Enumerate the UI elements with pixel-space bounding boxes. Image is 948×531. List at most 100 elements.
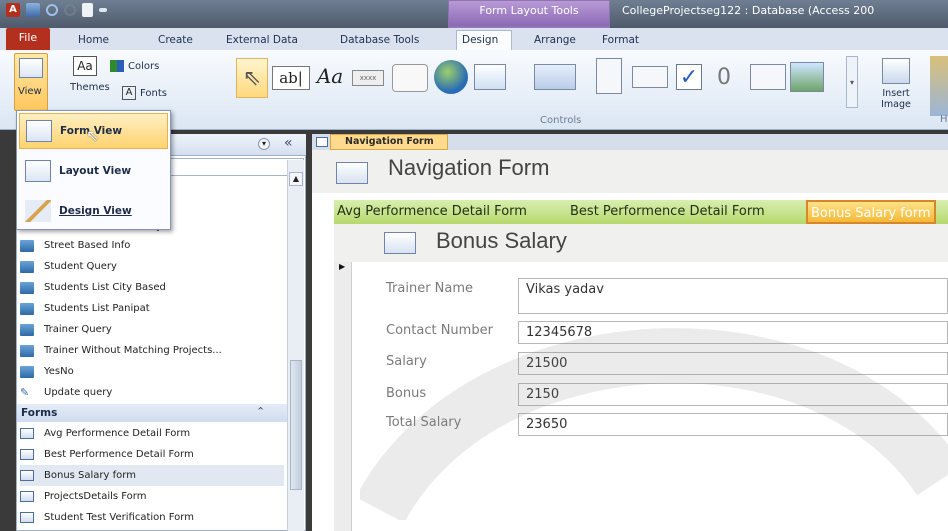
nav-item-label: Student Query bbox=[44, 261, 117, 272]
attachment-icon[interactable]: 0 bbox=[716, 62, 732, 92]
form-icon bbox=[20, 449, 34, 460]
controls-more-arrows-icon[interactable]: ▾ bbox=[846, 56, 858, 108]
nav-item-label: Trainer Without Matching Projects... bbox=[44, 345, 222, 356]
tab-external-data[interactable]: External Data bbox=[226, 34, 298, 46]
customize-qat-icon[interactable] bbox=[99, 8, 107, 12]
nav-item-update-query[interactable]: ✎ Update query bbox=[20, 382, 284, 403]
nav-pane-dropdown-icon[interactable]: ▾ bbox=[258, 138, 270, 150]
colors-icon bbox=[110, 60, 124, 72]
forms-group-label: Forms bbox=[21, 407, 58, 419]
navigation-control-icon[interactable] bbox=[534, 64, 576, 90]
view-button-label: View bbox=[18, 86, 42, 97]
tab-arrange[interactable]: Arrange bbox=[534, 34, 576, 46]
query-icon bbox=[20, 260, 34, 273]
undo-icon[interactable] bbox=[46, 4, 58, 16]
menu-item-design-view[interactable]: Design View bbox=[19, 193, 168, 229]
nav-item-label: Students List City Based bbox=[44, 282, 166, 293]
tab-home[interactable]: Home bbox=[78, 34, 109, 46]
ribbon-overflow-label: H bbox=[940, 114, 948, 125]
tab-create[interactable]: Create bbox=[158, 34, 193, 46]
list-box-icon[interactable] bbox=[750, 64, 786, 90]
nav-item-bonus-salary-form[interactable]: Bonus Salary form bbox=[20, 465, 284, 486]
label-control-icon[interactable]: Aa bbox=[312, 62, 348, 90]
insert-image-button[interactable]: Insert Image bbox=[874, 56, 918, 116]
themes-label: Themes bbox=[70, 82, 110, 93]
update-query-icon: ✎ bbox=[20, 386, 30, 399]
save-icon[interactable] bbox=[26, 3, 40, 17]
tab-design[interactable]: Design bbox=[462, 34, 498, 46]
window-title: CollegeProjectseg122 : Database (Access … bbox=[622, 4, 875, 17]
image-control-icon[interactable] bbox=[790, 62, 824, 92]
form-view-icon bbox=[26, 120, 52, 142]
nav-tab-bonus-salary[interactable]: Bonus Salary form bbox=[806, 200, 936, 224]
form-title: Navigation Form bbox=[388, 155, 550, 180]
check-box-icon[interactable]: ✓ bbox=[676, 64, 702, 90]
nav-item-yesno[interactable]: YesNo bbox=[20, 361, 284, 382]
nav-item-avg-performence-form[interactable]: Avg Performence Detail Form bbox=[20, 423, 284, 444]
nav-item-best-performence-form[interactable]: Best Performence Detail Form bbox=[20, 444, 284, 465]
select-pointer-icon[interactable]: ⇖ bbox=[236, 58, 268, 98]
menu-item-layout-view[interactable]: Layout View bbox=[19, 153, 168, 189]
nav-item-label: Street Based Info bbox=[44, 240, 131, 251]
menu-item-label: Design View bbox=[59, 205, 132, 217]
scroll-up-arrow-icon[interactable]: ▲ bbox=[289, 172, 303, 186]
form-icon bbox=[20, 470, 34, 481]
nav-item-label: Bonus Salary form bbox=[44, 470, 136, 481]
access-app-icon[interactable]: A bbox=[6, 3, 20, 17]
new-document-icon[interactable] bbox=[82, 3, 93, 17]
query-icon bbox=[20, 302, 34, 315]
insert-image-icon bbox=[882, 58, 910, 84]
view-button[interactable]: View bbox=[14, 53, 48, 111]
tab-control-icon[interactable] bbox=[392, 64, 428, 92]
nav-item-label: YesNo bbox=[44, 366, 74, 377]
button-control-icon[interactable]: xxxx bbox=[352, 70, 384, 86]
redo-icon[interactable] bbox=[64, 4, 76, 16]
text-box-control-icon[interactable]: ab| bbox=[272, 66, 310, 90]
query-icon bbox=[20, 323, 34, 336]
menu-item-label: Layout View bbox=[59, 165, 132, 177]
colors-label: Colors bbox=[128, 60, 160, 72]
fonts-label: Fonts bbox=[140, 87, 167, 99]
nav-search-box[interactable] bbox=[170, 158, 304, 176]
record-selector[interactable]: ▶ bbox=[334, 262, 352, 531]
combo-box-icon[interactable] bbox=[632, 66, 668, 88]
document-tab-navigation-form[interactable]: Navigation Form bbox=[330, 134, 448, 150]
controls-group-label: Controls bbox=[540, 115, 582, 126]
nav-item-trainer-without-matching-projects[interactable]: Trainer Without Matching Projects... bbox=[20, 340, 284, 361]
nav-item-student-query[interactable]: Student Query bbox=[20, 256, 284, 277]
fonts-icon: A bbox=[122, 86, 136, 100]
nav-item-students-list-city-based[interactable]: Students List City Based bbox=[20, 277, 284, 298]
fonts-button[interactable]: A Fonts bbox=[122, 86, 167, 100]
hyperlink-globe-icon[interactable] bbox=[434, 60, 468, 94]
navigation-tab-bar: Avg Performence Detail Form Best Perform… bbox=[334, 200, 948, 224]
tab-format[interactable]: Format bbox=[602, 34, 639, 46]
web-browser-control-icon[interactable] bbox=[474, 64, 506, 90]
themes-button[interactable]: Aa Themes bbox=[70, 56, 110, 106]
nav-item-trainer-query[interactable]: Trainer Query bbox=[20, 319, 284, 340]
forms-group-header[interactable]: Forms bbox=[17, 404, 287, 422]
subform-header-icon bbox=[384, 232, 416, 254]
nav-item-student-test-verification-form[interactable]: Student Test Verification Form bbox=[20, 507, 284, 528]
themes-icon: Aa bbox=[73, 56, 97, 76]
collapse-group-chevron-icon[interactable]: ⌃ bbox=[256, 405, 265, 418]
scrollbar-thumb[interactable] bbox=[290, 360, 302, 490]
context-group-title: Form Layout Tools bbox=[479, 4, 579, 17]
nav-pane-scrollbar[interactable]: ▲ bbox=[287, 160, 304, 531]
tab-database-tools[interactable]: Database Tools bbox=[340, 34, 419, 46]
option-group-icon[interactable] bbox=[596, 58, 622, 94]
tab-file[interactable]: File bbox=[6, 28, 50, 50]
nav-item-students-list-panipat[interactable]: Students List Panipat bbox=[20, 298, 284, 319]
ribbon-overflow-icons[interactable] bbox=[930, 56, 948, 116]
shutter-bar-close-icon[interactable]: « bbox=[284, 135, 293, 151]
watermark-arc bbox=[360, 328, 948, 520]
nav-item-projectsdetails-form[interactable]: ProjectsDetails Form bbox=[20, 486, 284, 507]
nav-tab-best-performence[interactable]: Best Performence Detail Form bbox=[567, 200, 768, 224]
current-record-arrow-icon: ▶ bbox=[339, 262, 346, 271]
nav-tab-avg-performence[interactable]: Avg Performence Detail Form bbox=[334, 200, 530, 224]
nav-item-label: Best Performence Detail Form bbox=[44, 449, 194, 460]
form-icon bbox=[20, 428, 34, 439]
nav-item-label: Avg Performence Detail Form bbox=[44, 428, 191, 439]
colors-button[interactable]: Colors bbox=[110, 60, 159, 72]
mouse-cursor-icon: ⇖ bbox=[86, 126, 100, 145]
nav-item-street-based-info[interactable]: Street Based Info bbox=[20, 235, 284, 256]
